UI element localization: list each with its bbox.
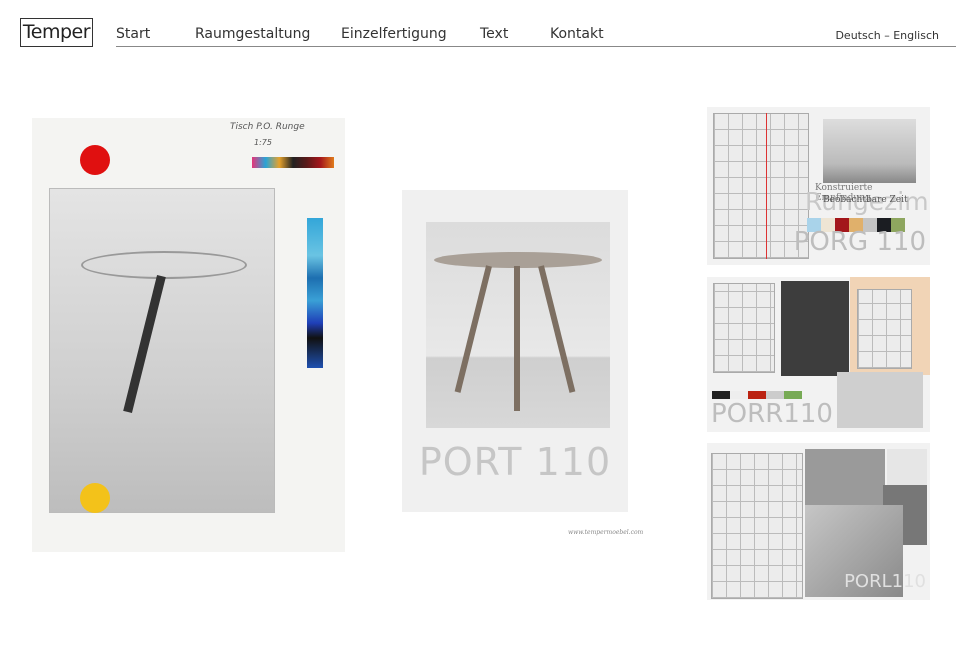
language-switch[interactable]: Deutsch – Englisch <box>835 29 939 42</box>
yellow-dot <box>80 483 110 513</box>
red-dot <box>80 145 110 175</box>
drawing-title: Tisch P.O. Runge <box>230 122 305 132</box>
nav-text[interactable]: Text <box>480 26 508 42</box>
color-chips <box>307 218 323 368</box>
thumb-label: PORL110 <box>844 571 926 592</box>
product-card-port110[interactable]: PORT 110 <box>402 190 628 512</box>
nav-start[interactable]: Start <box>116 26 150 42</box>
nav-einzelfertigung[interactable]: Einzelfertigung <box>341 26 447 42</box>
nav-kontakt[interactable]: Kontakt <box>550 26 604 42</box>
logo[interactable]: Temper <box>20 18 93 47</box>
product-thumb-porg110[interactable]: Konstruierte Empfindung Rungezimmer Beob… <box>707 107 930 265</box>
thumb-label: PORG 110 <box>793 227 926 257</box>
product-label: PORT 110 <box>418 440 612 484</box>
drawing-scale: 1:75 <box>254 138 272 147</box>
product-thumb-porl110[interactable]: PORL110 <box>707 443 930 600</box>
table-photo <box>426 222 610 428</box>
sketch <box>49 188 275 513</box>
website-url: www.tempermoebel.com <box>568 529 644 536</box>
nav-raumgestaltung[interactable]: Raumgestaltung <box>195 26 310 42</box>
color-chips <box>252 157 334 168</box>
product-thumb-porr110[interactable]: PORR110 <box>707 277 930 432</box>
thumb-subtitle: Beobachtbare Zeit <box>823 195 908 205</box>
thumb-label: PORR110 <box>711 399 833 429</box>
main-nav: Start Raumgestaltung Einzelfertigung Tex… <box>116 26 956 47</box>
drawing-image[interactable]: Tisch P.O. Runge 1:75 <box>32 118 345 552</box>
